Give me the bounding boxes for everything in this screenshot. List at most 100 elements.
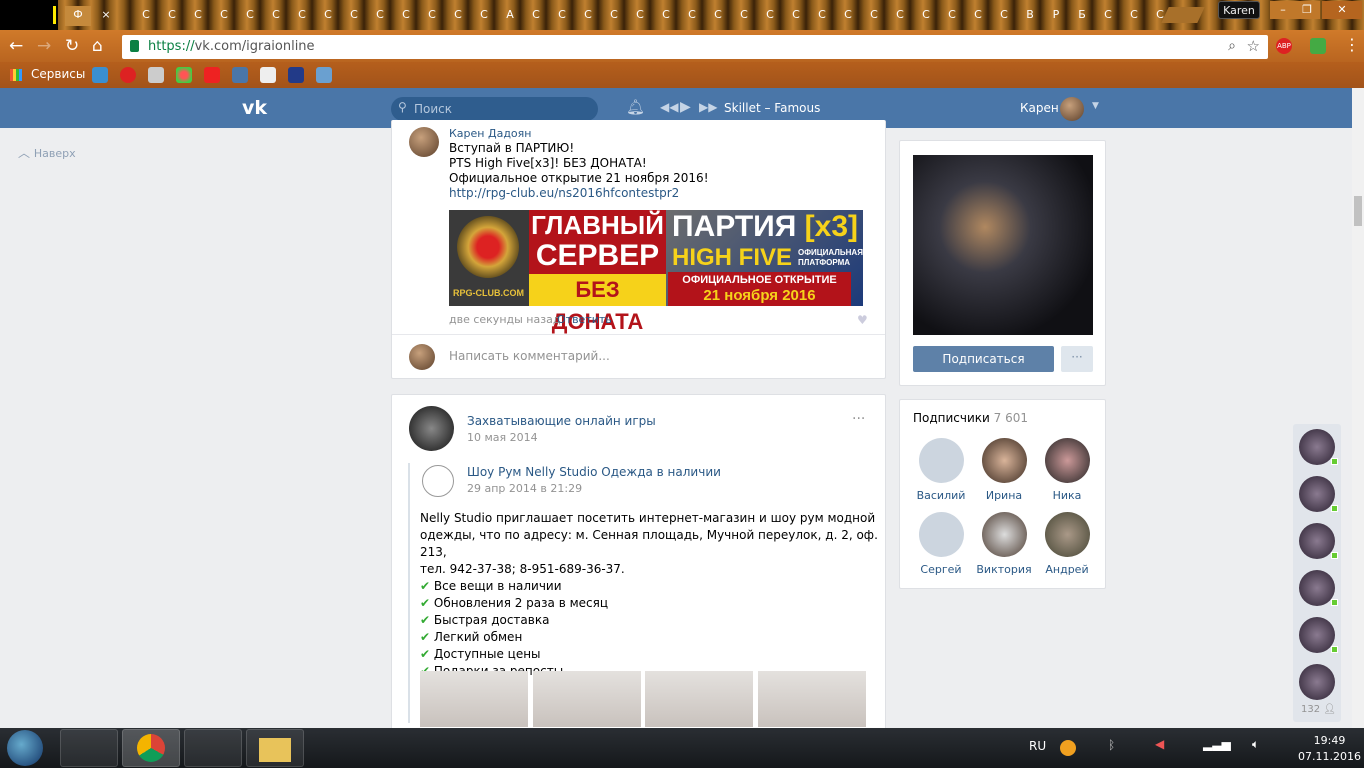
comment-time[interactable]: две секунды назад (449, 313, 560, 326)
browser-tab[interactable]: С (575, 6, 601, 26)
avatar[interactable] (1060, 97, 1084, 121)
online-friend-avatar[interactable] (1299, 570, 1338, 606)
play-icon[interactable]: ▶ (680, 99, 691, 115)
back-icon[interactable]: ← (9, 36, 23, 56)
like-heart-icon[interactable]: ♥ (857, 313, 868, 327)
bookmark-services[interactable]: Сервисы (31, 67, 85, 81)
extension-icon[interactable] (1310, 38, 1326, 54)
browser-tab[interactable]: С (185, 6, 211, 26)
browser-tab[interactable]: С (237, 6, 263, 26)
browser-tab[interactable]: Б (1069, 6, 1095, 26)
forward-icon[interactable]: → (37, 36, 51, 56)
post-photo[interactable] (420, 671, 528, 727)
browser-tab[interactable]: С (211, 6, 237, 26)
browser-tab[interactable]: В (1017, 6, 1043, 26)
browser-tab[interactable]: С (315, 6, 341, 26)
bookmark-icon[interactable] (176, 67, 192, 83)
browser-tab[interactable]: Р (1043, 6, 1069, 26)
close-window-button[interactable]: ✕ (1322, 1, 1362, 19)
profile-button[interactable]: Karen (1218, 1, 1260, 19)
apps-icon[interactable] (10, 69, 22, 81)
vk-icon[interactable] (232, 67, 248, 83)
browser-tab[interactable]: С (419, 6, 445, 26)
banner-image[interactable]: RPG-CLUB.COM ГЛАВНЫЙ СЕРВЕР БЕЗ ДОНАТА П… (449, 210, 863, 334)
home-icon[interactable]: ⌂ (92, 36, 103, 56)
browser-tab[interactable]: С (471, 6, 497, 26)
more-actions-button[interactable]: ··· (1061, 346, 1093, 372)
browser-tab[interactable]: С (809, 6, 835, 26)
browser-tab[interactable]: С (939, 6, 965, 26)
browser-tab[interactable]: С (393, 6, 419, 26)
browser-tab[interactable]: С (757, 6, 783, 26)
gmail-icon[interactable] (260, 67, 276, 83)
subscribe-button[interactable]: Подписаться (913, 346, 1054, 372)
online-friend-avatar[interactable] (1299, 617, 1338, 653)
browser-tab[interactable]: С (783, 6, 809, 26)
language-indicator[interactable]: RU (1029, 739, 1046, 753)
browser-tab[interactable]: С (653, 6, 679, 26)
emblem-icon[interactable] (288, 67, 304, 83)
browser-tab[interactable]: С (549, 6, 575, 26)
menu-icon[interactable]: ⋮ (1344, 35, 1360, 54)
comment-input[interactable]: Написать комментарий... (449, 349, 610, 363)
zoom-icon[interactable]: ⌕ (1228, 38, 1236, 54)
browser-tab[interactable]: С (523, 6, 549, 26)
scrollbar-thumb[interactable] (1354, 196, 1362, 226)
post-photo[interactable] (645, 671, 753, 727)
browser-tab[interactable]: С (341, 6, 367, 26)
browser-tab[interactable]: С (835, 6, 861, 26)
repost-date[interactable]: 29 апр 2014 в 21:29 (467, 482, 582, 495)
signal-icon[interactable]: ▂▃▅ (1203, 737, 1231, 751)
post-date[interactable]: 10 мая 2014 (467, 431, 538, 444)
taskbar-app[interactable] (60, 729, 118, 767)
browser-tab[interactable]: С (601, 6, 627, 26)
theatre-icon[interactable] (148, 67, 164, 83)
group-avatar[interactable] (409, 406, 454, 451)
tray-icon[interactable] (1060, 740, 1076, 756)
browser-tab[interactable]: С (133, 6, 159, 26)
browser-tab[interactable]: С (367, 6, 393, 26)
vk-logo[interactable]: vk (242, 97, 267, 119)
browser-tab[interactable]: С (159, 6, 185, 26)
subscriber[interactable]: Ника (1035, 438, 1099, 502)
subscriber[interactable]: Василий (909, 438, 973, 502)
minimize-button[interactable]: – (1270, 1, 1296, 19)
browser-tab[interactable]: С (705, 6, 731, 26)
browser-tab[interactable]: С (965, 6, 991, 26)
adblock-icon[interactable]: ABP (1276, 38, 1292, 54)
address-bar[interactable]: https://vk.com/igraionline ⌕ ☆ (122, 35, 1268, 59)
tab-close-icon[interactable]: × (93, 6, 119, 26)
subscriber[interactable]: Сергей (909, 512, 973, 576)
subscriber[interactable]: Виктория (972, 512, 1036, 576)
speaker-tray-icon[interactable]: ◀ (1155, 737, 1164, 751)
browser-tab[interactable]: С (913, 6, 939, 26)
browser-tab[interactable]: Ф (65, 6, 91, 26)
browser-tab[interactable]: С (887, 6, 913, 26)
bookmark-star-icon[interactable]: ☆ (1247, 37, 1260, 55)
subscriber[interactable]: Андрей (1035, 512, 1099, 576)
reload-icon[interactable]: ↻ (65, 36, 79, 56)
browser-tab[interactable]: С (861, 6, 887, 26)
bookmark-icon[interactable] (120, 67, 136, 83)
online-friend-avatar[interactable] (1299, 523, 1338, 559)
notifications-bell-icon[interactable]: 🔔︎ (626, 98, 645, 116)
post-photo[interactable] (533, 671, 641, 727)
more-options-icon[interactable]: ··· (852, 411, 865, 427)
volume-icon[interactable]: 🔈︎ (1252, 737, 1259, 752)
maximize-button[interactable]: ❐ (1294, 1, 1320, 19)
comment-author[interactable]: Карен Дадоян (449, 127, 531, 140)
bluetooth-icon[interactable]: ᛒ (1108, 738, 1115, 752)
bookmark-icon[interactable] (316, 67, 332, 83)
reply-button[interactable]: Ответить (557, 313, 612, 326)
online-friend-avatar[interactable] (1299, 429, 1338, 465)
prev-track-icon[interactable]: ◀◀ (660, 100, 678, 114)
online-friend-avatar[interactable] (1299, 476, 1338, 512)
browser-tab[interactable]: С (1095, 6, 1121, 26)
repost-avatar[interactable] (422, 465, 454, 497)
subscribers-label[interactable]: Подписчики (913, 411, 990, 425)
subscriber[interactable]: Ирина (972, 438, 1036, 502)
clock[interactable]: 19:49 07.11.2016 (1298, 733, 1361, 765)
scrollbar[interactable] (1352, 88, 1364, 728)
start-button[interactable] (7, 730, 43, 766)
next-track-icon[interactable]: ▶▶ (699, 100, 717, 114)
